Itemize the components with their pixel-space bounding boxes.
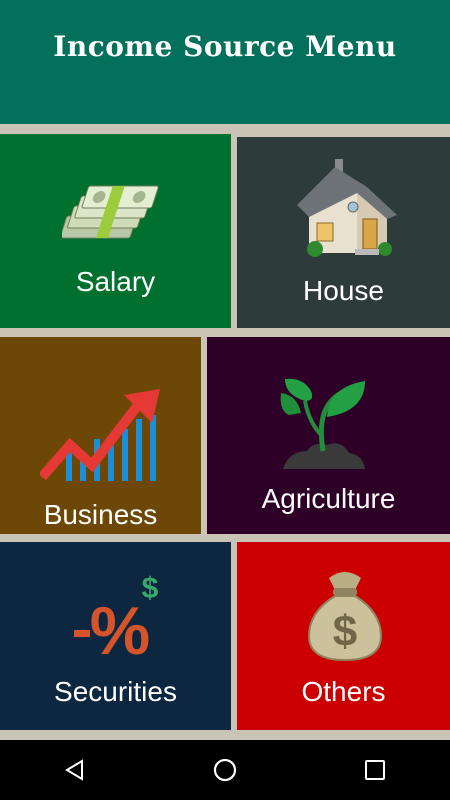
percent-dollar-icon: $ % (74, 572, 159, 662)
tile-agriculture-label: Agriculture (261, 483, 396, 514)
growth-chart-icon (40, 389, 160, 481)
sprout-icon (280, 378, 365, 469)
tile-house[interactable]: House (237, 137, 450, 328)
system-nav-bar (0, 740, 450, 800)
back-icon (65, 759, 83, 781)
money-bag-icon: $ (307, 572, 383, 662)
tile-agriculture[interactable]: Agriculture (207, 337, 450, 534)
tile-others-label: Others (301, 676, 386, 707)
tile-others[interactable]: $ Others (237, 542, 450, 730)
recents-button[interactable] (345, 740, 405, 800)
home-icon (213, 758, 237, 782)
tile-salary-label: Salary (75, 266, 156, 297)
page-title: Income Source Menu (53, 30, 397, 63)
tile-business[interactable]: Business (0, 337, 201, 534)
svg-text:%: % (90, 593, 150, 662)
recents-icon (365, 760, 385, 780)
home-button[interactable] (195, 740, 255, 800)
svg-text:$: $ (333, 607, 357, 656)
money-stack-icon (62, 185, 159, 239)
tile-salary[interactable]: Salary (0, 134, 231, 328)
back-button[interactable] (45, 740, 105, 800)
tile-business-label: Business (43, 499, 158, 530)
tile-securities-label: Securities (54, 676, 177, 707)
tile-house-label: House (303, 275, 384, 306)
tile-securities[interactable]: $ % Securities (0, 542, 231, 730)
house-icon (297, 159, 397, 257)
app-header: Income Source Menu (0, 0, 450, 124)
